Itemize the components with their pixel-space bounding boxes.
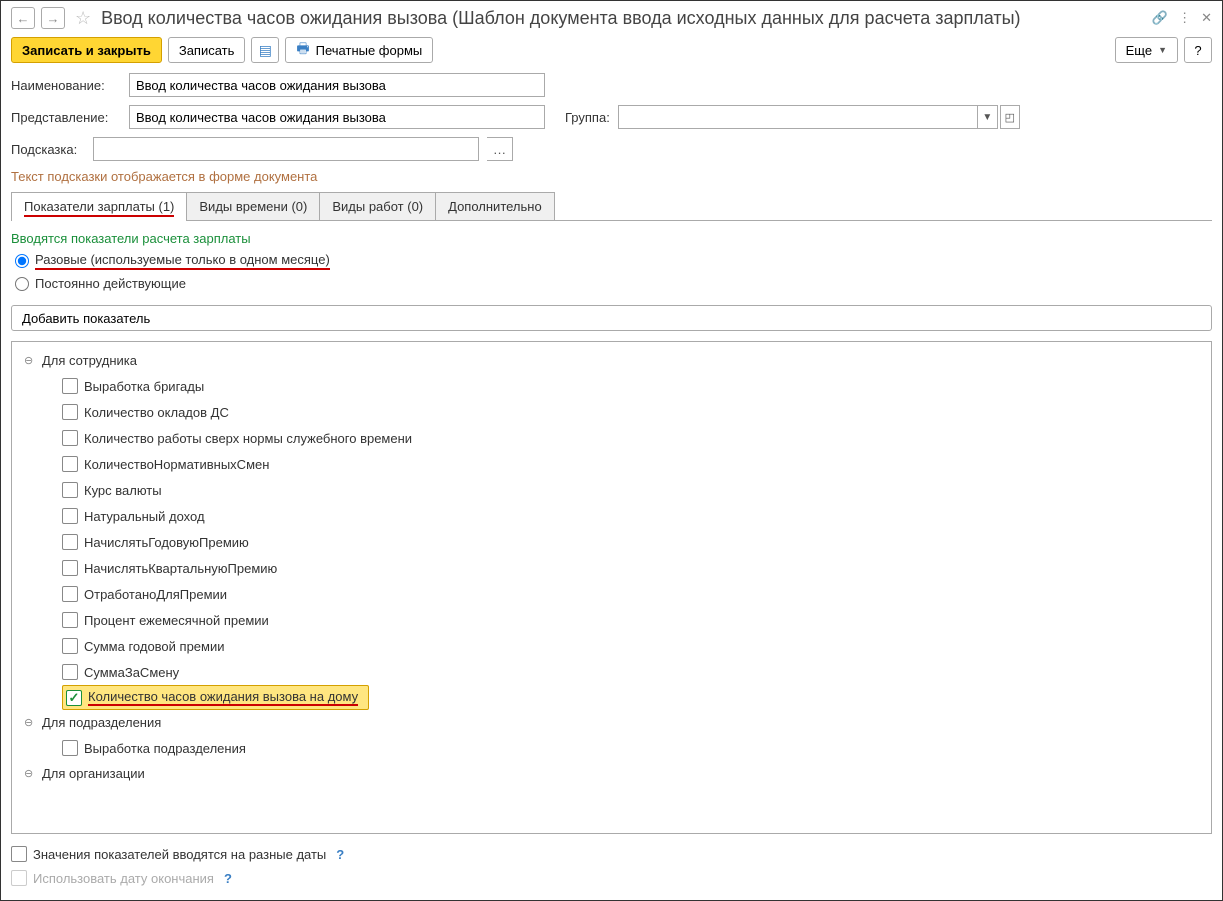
save-button[interactable]: Записать bbox=[168, 37, 246, 63]
more-label: Еще bbox=[1126, 43, 1152, 58]
favorite-icon[interactable]: ☆ bbox=[75, 8, 91, 29]
tree-item[interactable]: Процент ежемесячной премии bbox=[62, 607, 1211, 633]
checkbox-different-dates[interactable] bbox=[11, 846, 27, 862]
kebab-icon[interactable]: ⋮ bbox=[1178, 10, 1191, 26]
checkbox[interactable] bbox=[62, 534, 78, 550]
help-icon[interactable]: ? bbox=[224, 871, 232, 886]
link-icon[interactable]: 🔗 bbox=[1152, 10, 1168, 26]
print-forms-button[interactable]: 🖶 Печатные формы bbox=[285, 37, 433, 63]
group-input[interactable] bbox=[618, 105, 978, 129]
repr-input[interactable] bbox=[129, 105, 545, 129]
checkbox[interactable] bbox=[62, 508, 78, 524]
tab-salary-indicators[interactable]: Показатели зарплаты (1) bbox=[11, 192, 187, 220]
add-indicator-button[interactable]: Добавить показатель bbox=[11, 305, 1212, 331]
different-dates-label: Значения показателей вводятся на разные … bbox=[33, 847, 326, 862]
radio-once-label: Разовые (используемые только в одном мес… bbox=[35, 252, 330, 270]
section-title: Вводятся показатели расчета зарплаты bbox=[11, 231, 1212, 246]
checkbox[interactable] bbox=[62, 560, 78, 576]
help-icon[interactable]: ? bbox=[336, 847, 344, 862]
radio-permanent[interactable] bbox=[15, 277, 29, 291]
close-icon[interactable]: ✕ bbox=[1201, 10, 1212, 26]
collapse-icon[interactable]: ⊖ bbox=[24, 767, 36, 780]
name-input[interactable] bbox=[129, 73, 545, 97]
checkbox[interactable] bbox=[62, 456, 78, 472]
collapse-icon[interactable]: ⊖ bbox=[24, 354, 36, 367]
help-button[interactable]: ? bbox=[1184, 37, 1212, 63]
tree-item[interactable]: ОтработаноДляПремии bbox=[62, 581, 1211, 607]
checkbox[interactable] bbox=[62, 430, 78, 446]
tree-item[interactable]: КоличествоНормативныхСмен bbox=[62, 451, 1211, 477]
end-date-label: Использовать дату окончания bbox=[33, 871, 214, 886]
print-icon: 🖶 bbox=[296, 38, 309, 62]
tab-time-types[interactable]: Виды времени (0) bbox=[186, 192, 320, 220]
hint-expand-button[interactable]: … bbox=[487, 137, 513, 161]
checkbox[interactable] bbox=[62, 740, 78, 756]
back-button[interactable]: ← bbox=[11, 7, 35, 29]
tree-item[interactable]: Количество окладов ДС bbox=[62, 399, 1211, 425]
window-title: Ввод количества часов ожидания вызова (Ш… bbox=[101, 8, 1146, 29]
tree-item[interactable]: Выработка подразделения bbox=[62, 735, 1211, 761]
tree-item[interactable]: Натуральный доход bbox=[62, 503, 1211, 529]
checkbox[interactable] bbox=[62, 482, 78, 498]
tree-group-department[interactable]: ⊖ Для подразделения bbox=[24, 710, 1211, 735]
repr-label: Представление: bbox=[11, 110, 121, 125]
list-button[interactable]: ▤ bbox=[251, 37, 279, 63]
checkbox[interactable] bbox=[62, 612, 78, 628]
hint-note: Текст подсказки отображается в форме док… bbox=[11, 169, 1212, 184]
radio-once[interactable] bbox=[15, 254, 29, 268]
group-dropdown-button[interactable]: ▼ bbox=[978, 105, 998, 129]
checkbox[interactable] bbox=[62, 404, 78, 420]
collapse-icon[interactable]: ⊖ bbox=[24, 716, 36, 729]
checkbox[interactable] bbox=[62, 586, 78, 602]
checkbox[interactable] bbox=[62, 664, 78, 680]
more-button[interactable]: Еще ▼ bbox=[1115, 37, 1178, 63]
forward-button[interactable]: → bbox=[41, 7, 65, 29]
tree-item[interactable]: Количество работы сверх нормы служебного… bbox=[62, 425, 1211, 451]
tree-item[interactable]: НачислятьГодовуюПремию bbox=[62, 529, 1211, 555]
group-label: Группа: bbox=[565, 110, 610, 125]
chevron-down-icon: ▼ bbox=[1158, 45, 1167, 55]
checkbox-end-date bbox=[11, 870, 27, 886]
checkbox-checked[interactable] bbox=[66, 690, 82, 706]
checkbox[interactable] bbox=[62, 378, 78, 394]
tab-additional[interactable]: Дополнительно bbox=[435, 192, 555, 220]
tree-item-hours-waiting[interactable]: Количество часов ожидания вызова на дому bbox=[62, 685, 369, 710]
checkbox[interactable] bbox=[62, 638, 78, 654]
tree-group-employee[interactable]: ⊖ Для сотрудника bbox=[24, 348, 1211, 373]
tree-item[interactable]: Сумма годовой премии bbox=[62, 633, 1211, 659]
tree-item[interactable]: Выработка бригады bbox=[62, 373, 1211, 399]
tree-item[interactable]: НачислятьКвартальнуюПремию bbox=[62, 555, 1211, 581]
tree-group-organization[interactable]: ⊖ Для организации bbox=[24, 761, 1211, 786]
print-label: Печатные формы bbox=[316, 43, 423, 58]
tree-item[interactable]: Курс валюты bbox=[62, 477, 1211, 503]
hint-label: Подсказка: bbox=[11, 142, 85, 157]
list-icon: ▤ bbox=[259, 42, 272, 59]
tree-item[interactable]: СуммаЗаСмену bbox=[62, 659, 1211, 685]
tab-work-types[interactable]: Виды работ (0) bbox=[319, 192, 436, 220]
hint-input[interactable] bbox=[93, 137, 479, 161]
indicators-tree: ⊖ Для сотрудника Выработка бригады Колич… bbox=[11, 341, 1212, 834]
name-label: Наименование: bbox=[11, 78, 121, 93]
save-close-button[interactable]: Записать и закрыть bbox=[11, 37, 162, 63]
group-open-button[interactable]: ◰ bbox=[1000, 105, 1020, 129]
radio-permanent-label: Постоянно действующие bbox=[35, 276, 186, 291]
